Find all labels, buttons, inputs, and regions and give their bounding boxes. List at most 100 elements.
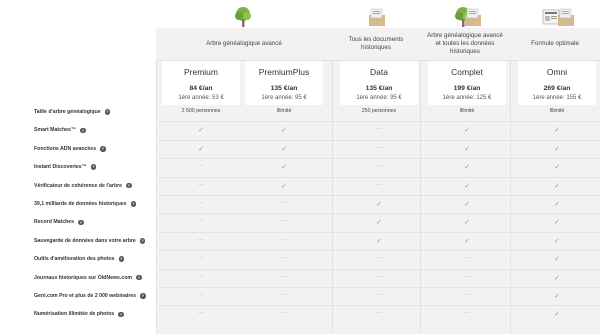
row-divider (158, 250, 600, 252)
help-icon[interactable]: ? (90, 164, 97, 170)
check-icon: ✓ (198, 145, 204, 153)
help-icon[interactable]: ? (126, 182, 132, 189)
header-icons (0, 0, 600, 28)
help-icon[interactable]: ? (100, 146, 106, 152)
feature-cell: ✓ (247, 145, 321, 153)
feature-name: 39,1 milliards de données historiques (34, 201, 127, 207)
check-icon: ✓ (376, 201, 382, 208)
help-icon[interactable]: ? (130, 201, 137, 207)
documents-box-icon (555, 6, 577, 28)
plan-card-omni[interactable]: Omni 269 €/an 1ère année: 155 € (518, 61, 596, 105)
feature-cell: ✓ (342, 237, 416, 245)
plan-group-header: Arbre généalogique avancé (156, 28, 332, 61)
check-icon: ✓ (281, 127, 287, 135)
feature-cell: — (342, 163, 416, 169)
plan-name: Data (370, 67, 388, 77)
feature-label: Geni.com Pro et plus de 2 000 webinaires… (34, 293, 146, 299)
plan-price: 199 €/an (453, 85, 481, 92)
check-icon: ✓ (281, 182, 287, 190)
dash-icon: — (281, 236, 287, 243)
help-icon[interactable]: ? (104, 109, 111, 115)
check-icon: ✓ (554, 311, 560, 319)
feature-cell: ✓ (430, 163, 504, 171)
feature-cell: 250 personnes (342, 108, 416, 114)
feature-cell: Illimité (430, 108, 504, 114)
feature-cell: — (342, 292, 416, 298)
feature-name: Numérisation illimitée de photos (34, 311, 115, 318)
feature-cell: ✓ (520, 163, 594, 171)
feature-name: Taille d'arbre généalogique (34, 109, 101, 115)
check-icon: ✓ (281, 145, 287, 153)
dash-icon: — (376, 163, 382, 170)
feature-name: Fonctions ADN avancées (34, 145, 97, 152)
check-icon: ✓ (464, 164, 470, 172)
check-icon: ✓ (554, 145, 560, 153)
feature-name: Sauvegarde de données dans votre arbre (34, 237, 136, 244)
check-icon: ✓ (464, 237, 470, 245)
feature-cell: ✓ (430, 237, 504, 245)
check-icon: ✓ (464, 145, 470, 153)
dash-icon: — (198, 273, 204, 280)
dash-icon: — (281, 273, 287, 280)
feature-cell: Illimité (247, 108, 321, 114)
feature-cell: — (164, 163, 238, 169)
feature-cell: — (164, 255, 238, 261)
dash-icon: — (198, 236, 204, 243)
plan-card-data[interactable]: Data 135 €/an 1ère année: 95 € (340, 61, 418, 105)
plan-price: 135 €/an (365, 85, 393, 92)
plan-name: Premium (183, 67, 218, 77)
plan-price: 135 €/an (270, 85, 298, 92)
row-divider (158, 231, 600, 233)
feature-label: 39,1 milliards de données historiques? (34, 201, 137, 207)
plan-card-complet[interactable]: Complet 199 €/an 1ère année: 125 € (428, 61, 506, 105)
dash-icon: — (198, 218, 204, 225)
help-icon[interactable]: ? (80, 127, 86, 134)
plan-card-premiumplus[interactable]: PremiumPlus 135 €/an 1ère année: 95 € (245, 61, 323, 105)
check-icon: ✓ (464, 182, 470, 190)
feature-cell: — (164, 218, 238, 224)
help-icon[interactable]: ? (139, 238, 146, 244)
help-icon[interactable]: ? (118, 256, 124, 262)
feature-cell: — (247, 200, 321, 206)
feature-cell: ✓ (520, 126, 594, 134)
feature-cell: — (430, 310, 504, 316)
plan-name: Omni (546, 67, 568, 77)
feature-label: Journaux historiques sur OldNews.com? (34, 275, 142, 281)
plan-group-header: Arbre généalogique avancé et toutes les … (420, 28, 510, 61)
dash-icon: — (376, 292, 382, 298)
row-divider (158, 195, 600, 196)
dash-icon: — (281, 255, 287, 262)
plan-first-year-price: 1ère année: 155 € (532, 95, 582, 101)
feature-label: Fonctions ADN avancées? (34, 146, 106, 152)
feature-label: Taille d'arbre généalogique? (34, 109, 111, 115)
help-icon[interactable]: ? (78, 219, 84, 226)
plan-card-premium[interactable]: Premium 84 €/an 1ère année: 53 € (162, 61, 240, 105)
check-icon: ✓ (464, 219, 470, 227)
feature-name: Outils d'amélioration des photos (34, 256, 115, 263)
feature-cell: ✓ (247, 182, 321, 190)
help-icon[interactable]: ? (140, 293, 146, 299)
feature-cell: ✓ (520, 310, 594, 318)
feature-label: Sauvegarde de données dans votre arbre? (34, 237, 146, 244)
help-icon[interactable]: ? (118, 311, 124, 318)
check-icon: ✓ (376, 237, 382, 245)
check-icon: ✓ (464, 201, 470, 208)
feature-cell: — (247, 274, 321, 280)
feature-cell: — (164, 292, 238, 298)
feature-cell: — (342, 126, 416, 132)
feature-cell: ✓ (342, 200, 416, 208)
feature-value: Illimité (549, 108, 565, 114)
help-icon[interactable]: ? (136, 274, 142, 281)
dash-icon: — (198, 292, 204, 298)
check-icon: ✓ (554, 219, 560, 227)
dash-icon: — (376, 126, 382, 133)
feature-label: Instant Discoveries™? (34, 164, 97, 170)
row-divider (158, 139, 600, 141)
check-icon: ✓ (281, 164, 287, 172)
feature-cell: ✓ (520, 182, 594, 190)
documents-box-icon (462, 6, 484, 28)
feature-label: Record Matches? (34, 219, 84, 225)
row-divider (158, 121, 600, 123)
dash-icon: — (198, 163, 204, 170)
plan-first-year-price: 1ère année: 95 € (356, 95, 402, 101)
